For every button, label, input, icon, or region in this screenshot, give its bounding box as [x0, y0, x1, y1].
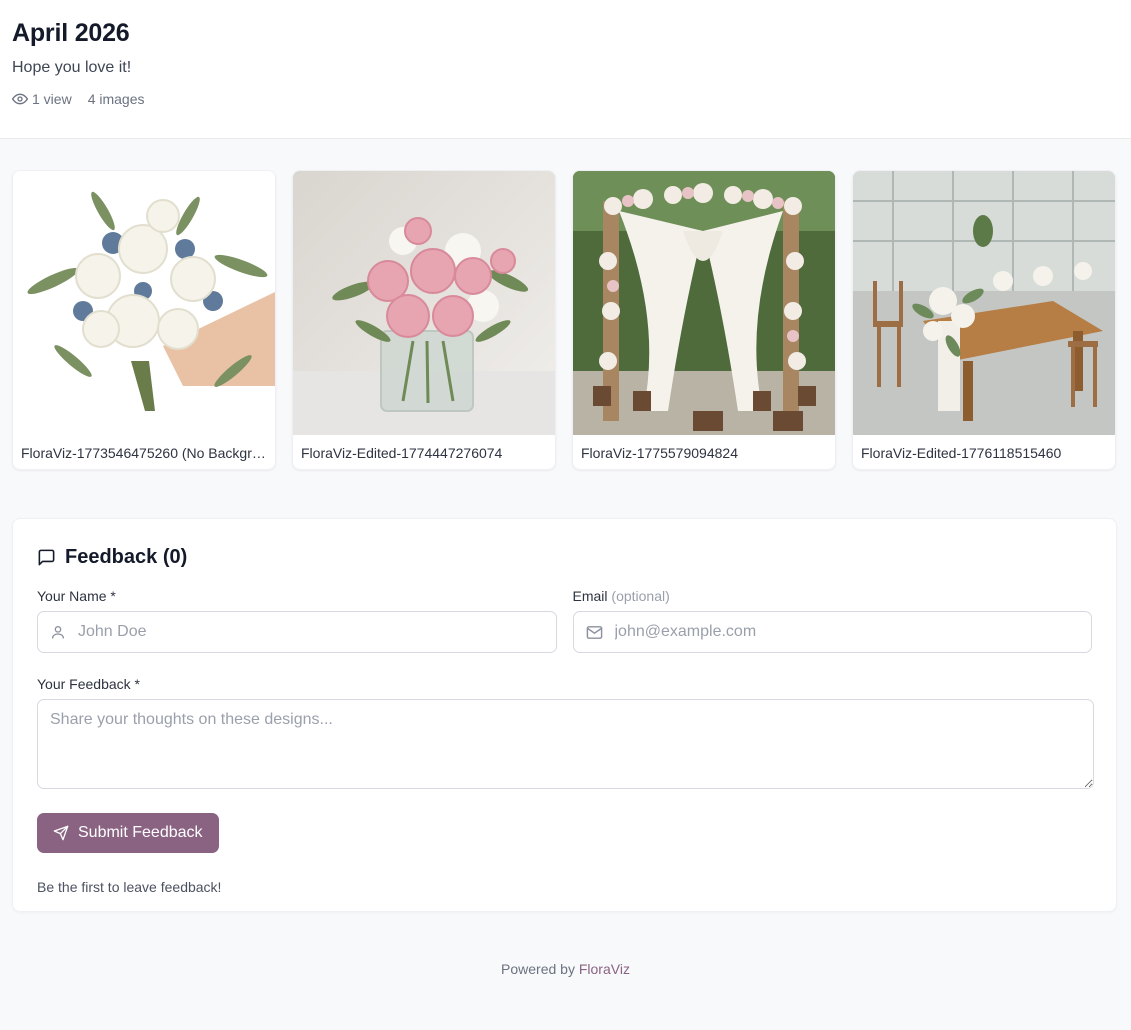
feedback-panel: Feedback (0) Your Name * Email (optional…	[12, 518, 1117, 912]
eye-icon	[12, 93, 28, 105]
vase-arrangement-photo[interactable]	[293, 171, 556, 435]
name-input[interactable]	[78, 623, 556, 641]
floral-arch-photo[interactable]	[573, 171, 836, 435]
name-field: Your Name *	[37, 587, 557, 653]
image-caption: FloraViz-1773546475260 (No Background)	[21, 445, 275, 461]
gallery-header: April 2026 Hope you love it! 1 view 4 im…	[0, 0, 1131, 139]
image-gallery: FloraViz-1773546475260 (No Background) F…	[12, 170, 1117, 470]
send-icon	[53, 825, 69, 841]
gallery-card[interactable]: FloraViz-1773546475260 (No Background)	[12, 170, 276, 470]
email-field: Email (optional)	[572, 587, 1093, 653]
feedback-header: Feedback (0)	[37, 543, 1092, 571]
email-label-text: Email	[572, 588, 608, 604]
mail-icon	[586, 625, 602, 639]
gallery-card[interactable]: FloraViz-Edited-1774447276074	[292, 170, 556, 470]
bouquet-photo[interactable]	[13, 171, 276, 435]
message-square-icon	[38, 549, 55, 565]
views-count: 1 view	[12, 90, 72, 108]
meta-row: 1 view 4 images	[12, 90, 1119, 108]
submit-feedback-button[interactable]: Submit Feedback	[37, 813, 219, 853]
user-icon	[52, 626, 64, 639]
gallery-card[interactable]: FloraViz-Edited-1776118515460	[852, 170, 1116, 470]
submit-label: Submit Feedback	[78, 824, 203, 841]
feedback-textarea[interactable]	[37, 699, 1094, 789]
email-optional-hint: (optional)	[611, 588, 670, 604]
views-label: 1 view	[32, 91, 72, 107]
floraviz-link[interactable]: FloraViz	[579, 961, 630, 977]
images-count: 4 images	[87, 91, 145, 107]
image-caption: FloraViz-1775579094824	[581, 445, 738, 461]
table-setting-photo[interactable]	[853, 171, 1116, 435]
feedback-label: Your Feedback *	[37, 676, 140, 692]
name-label: Your Name *	[37, 588, 116, 604]
email-label: Email (optional)	[573, 587, 1093, 605]
email-input-wrapper[interactable]	[572, 611, 1092, 653]
footer-prefix: Powered by	[501, 961, 575, 977]
image-caption: FloraViz-Edited-1774447276074	[301, 445, 503, 461]
gallery-card[interactable]: FloraViz-1775579094824	[572, 170, 836, 470]
footer: Powered by FloraViz	[0, 961, 1131, 977]
page-subtitle: Hope you love it!	[12, 59, 132, 76]
empty-feedback-note: Be the first to leave feedback!	[37, 879, 222, 895]
contact-fields: Your Name * Email (optional)	[37, 587, 1092, 653]
page-title: April 2026	[12, 19, 130, 47]
email-input[interactable]	[614, 623, 1091, 641]
name-input-wrapper[interactable]	[37, 611, 557, 653]
image-caption: FloraViz-Edited-1776118515460	[861, 445, 1062, 461]
feedback-title: Feedback (0)	[65, 545, 188, 568]
